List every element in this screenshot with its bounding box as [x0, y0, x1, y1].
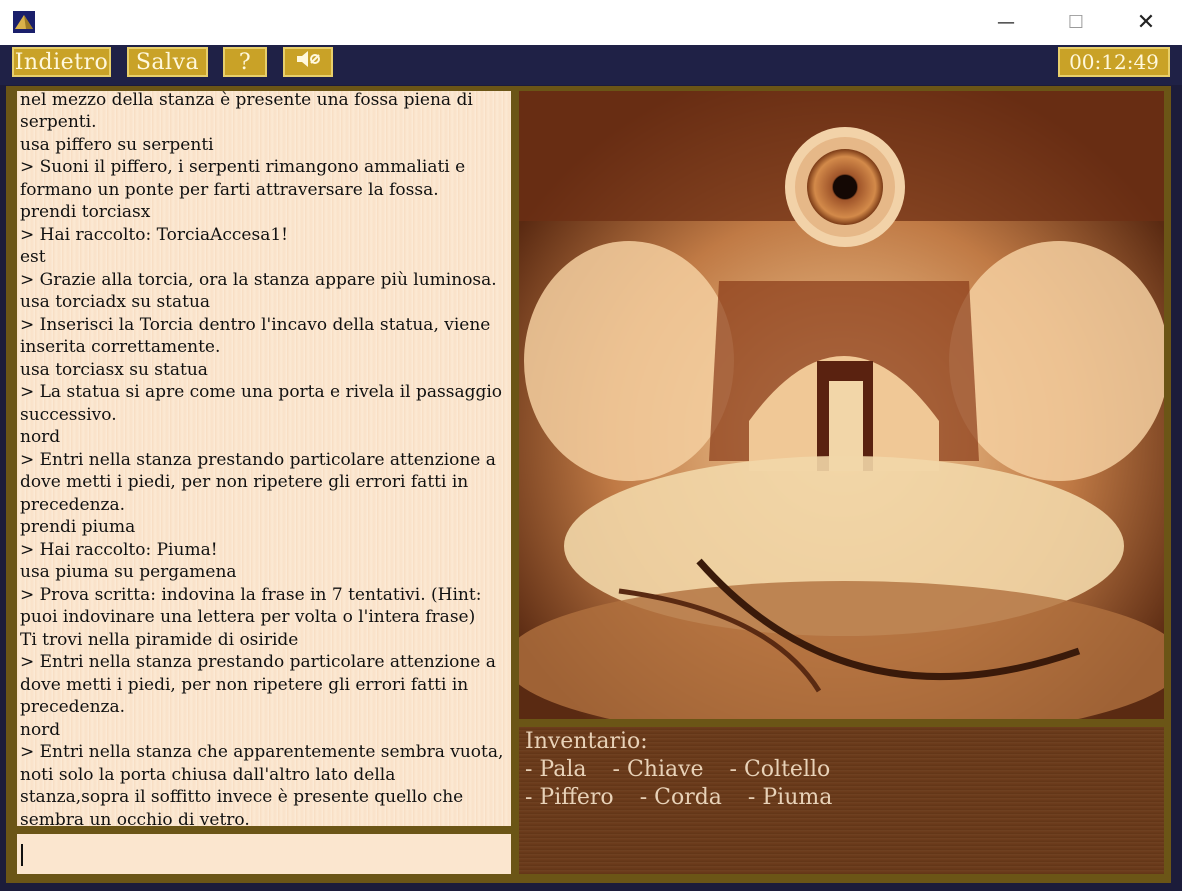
command-input[interactable]: [17, 834, 511, 874]
minimize-button[interactable]: —: [970, 0, 1042, 45]
inventory-item: - Coltello: [729, 757, 831, 782]
save-button[interactable]: Salva: [127, 47, 208, 77]
log-line: nord: [20, 719, 61, 740]
log-line: usa piffero su serpenti: [20, 134, 214, 155]
maximize-button[interactable]: ☐: [1040, 0, 1112, 45]
log-line: prendi piuma: [20, 517, 136, 537]
inventory-row: - Pala - Chiave - Coltello: [525, 757, 856, 782]
log-line: Ti trovi nella piramide di osiride: [20, 629, 299, 650]
log-line: > Entri nella stanza prestando particola…: [20, 652, 496, 717]
log-line: est: [20, 247, 46, 267]
log-line: usa piuma su pergamena: [20, 562, 237, 582]
story-log[interactable]: nel mezzo della stanza è presente una fo…: [17, 91, 511, 826]
story-log-text: nel mezzo della stanza è presente una fo…: [17, 91, 511, 826]
log-line: > Hai raccolto: TorciaAccesa1!: [20, 224, 288, 245]
log-line: > Entri nella stanza che apparentemente …: [20, 742, 504, 826]
title-bar: — ☐ ✕: [0, 0, 1182, 46]
inventory-title: Inventario:: [525, 729, 648, 754]
log-line: nel mezzo della stanza è presente una fo…: [20, 91, 473, 132]
log-line: usa torciasx su statua: [20, 359, 208, 380]
sound-toggle-button[interactable]: [283, 47, 333, 77]
back-button[interactable]: Indietro: [12, 47, 111, 77]
inventory-item: - Piuma: [747, 785, 833, 810]
text-caret: [21, 844, 23, 866]
inventory-item: - Pala: [525, 757, 587, 782]
inventory-panel: Inventario: - Pala - Chiave - Coltello -…: [519, 727, 1164, 874]
close-button[interactable]: ✕: [1110, 0, 1182, 45]
help-button[interactable]: ?: [223, 47, 267, 77]
inventory-row: - Piffero - Corda - Piuma: [525, 785, 858, 810]
log-line: usa torciadx su statua: [20, 292, 211, 312]
log-line: > Prova scritta: indovina la frase in 7 …: [20, 584, 482, 628]
game-frame: nel mezzo della stanza è presente una fo…: [6, 86, 1171, 883]
inventory-item: - Corda: [639, 785, 722, 810]
log-line: > Inserisci la Torcia dentro l'incavo de…: [20, 314, 491, 358]
pyramid-icon: [13, 11, 35, 33]
log-line: prendi torciasx: [20, 202, 151, 222]
log-line: > Hai raccolto: Piuma!: [20, 539, 218, 560]
game-timer: 00:12:49: [1058, 47, 1170, 77]
speaker-muted-icon: [295, 49, 321, 75]
inventory-item: - Piffero: [525, 785, 614, 810]
scene-image: [519, 91, 1164, 719]
log-line: > La statua si apre come una porta e riv…: [20, 382, 503, 425]
log-line: > Entri nella stanza prestando particola…: [20, 449, 496, 515]
log-line: nord: [20, 427, 61, 447]
inventory-item: - Chiave: [612, 757, 704, 782]
toolbar: Indietro Salva ? 00:12:49: [0, 45, 1182, 85]
log-line: > Grazie alla torcia, ora la stanza appa…: [20, 269, 497, 290]
log-line: > Suoni il piffero, i serpenti rimangono…: [20, 157, 466, 200]
